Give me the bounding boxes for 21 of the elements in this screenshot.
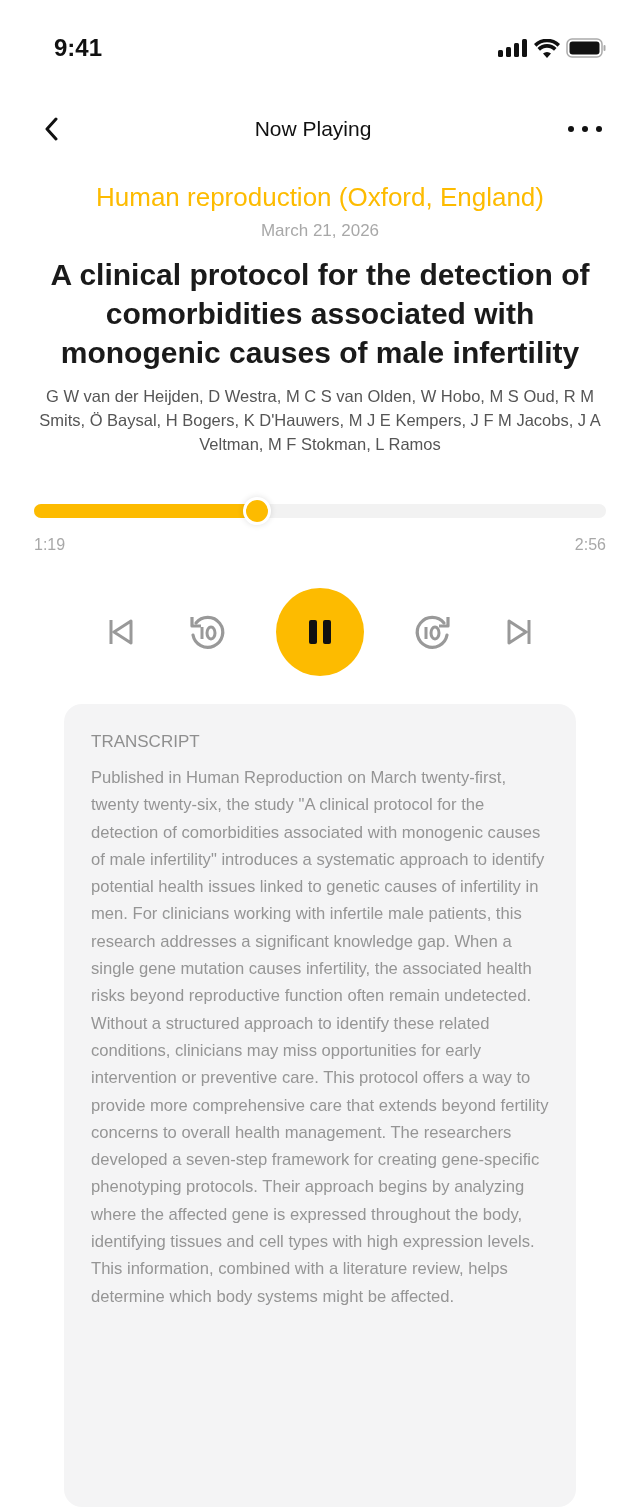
publication-date: March 21, 2026 <box>259 221 381 241</box>
progress-thumb[interactable] <box>243 497 272 525</box>
back-icon <box>44 117 58 141</box>
skip-forward-icon <box>506 618 532 646</box>
pause-icon <box>309 620 331 644</box>
skip-back-icon <box>108 618 134 646</box>
screen-title: Now Playing <box>254 117 372 141</box>
elapsed-time: 1:19 <box>34 536 66 554</box>
battery-icon <box>566 38 606 58</box>
article-title: A clinical protocol for the detection of comorbidities associated with monogenic causes of male infertility <box>49 257 591 371</box>
signal-icon <box>498 39 528 57</box>
status-time: 9:41 <box>54 34 103 62</box>
forward-ten-icon <box>414 613 452 651</box>
transcript-heading: TRANSCRIPT <box>91 732 201 752</box>
more-icon <box>568 126 602 132</box>
rewind-ten-icon <box>188 613 226 651</box>
journal-name: Human reproduction (Oxford, England) <box>95 182 545 213</box>
transcript-text: Published in Human Reproduction on March twenty-first, twenty twenty-six, the study "A clinical protocol for the detection of comorbidities associated with monogenic causes of male infertility" introduces a systematic approach to identify potential health issues linked to genetic causes of infertility in men. For clinicians working with infertile male patients, this research addresses a significant knowledge gap. When a single gene mutation causes infertility, the associated health risks beyond reproductive function often remain undetected. Without a structured approach to identify these related conditions, clinicians may miss opportunities for early intervention or preventive care. This protocol offers a way to provide more comprehensive care that extends beyond fertility concerns to overall health management. The researchers developed a seven-step framework for creating gene-specific phenotyping protocols. Their approach begins by analyzing where the affected gene is expressed throughout the body, identifying tissues and cell types with high expression levels. This information, combined with a literature review, helps determine which body systems might be affected. <box>91 767 550 1308</box>
wifi-icon <box>534 38 560 58</box>
total-duration: 2:56 <box>574 536 606 554</box>
author-list: G W van der Heijden, D Westra, M C S van Olden, W Hobo, M S Oud, R M Smits, Ö Baysal, H Bogers, K D'Hauwers, M J E Kempers, J F M Jacobs, J A Veltman, M F Stokman, L Ramos <box>28 384 612 456</box>
